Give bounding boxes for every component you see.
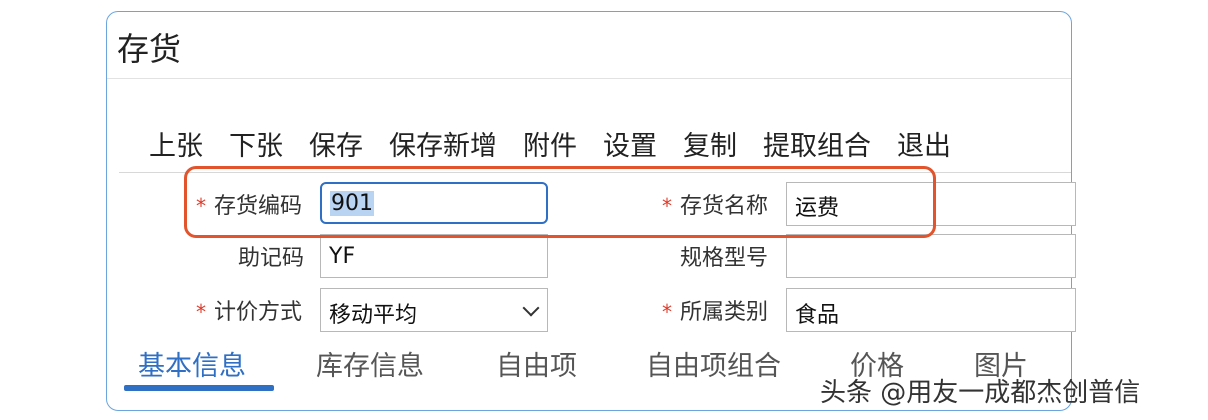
pricing-method-value: 移动平均 — [329, 303, 418, 328]
tab-inventory-info[interactable]: 库存信息 — [316, 344, 424, 383]
toolbar: 上张 下张 保存 保存新增 附件 设置 复制 提取组合 退出 — [149, 124, 977, 163]
spec-field[interactable] — [786, 234, 1076, 278]
active-tab-indicator — [124, 385, 274, 391]
spec-label: 规格型号 — [680, 246, 769, 271]
prev-record-button[interactable]: 上张 — [149, 124, 203, 163]
title-divider — [107, 78, 1071, 79]
extract-combination-button[interactable]: 提取组合 — [763, 124, 871, 163]
mnemonic-label: 助记码 — [238, 246, 305, 271]
pricing-method-label: * 计价方式 — [196, 300, 303, 325]
pricing-method-select[interactable]: 移动平均 — [320, 288, 548, 332]
window-title: 存货 — [117, 30, 182, 68]
next-record-button[interactable]: 下张 — [229, 124, 283, 163]
watermark: 头条 @用友一成都杰创普信 — [820, 378, 1141, 408]
tab-basic-info[interactable]: 基本信息 — [138, 344, 246, 383]
category-field[interactable]: 食品 — [786, 288, 1076, 332]
save-and-new-button[interactable]: 保存新增 — [389, 124, 497, 163]
exit-button[interactable]: 退出 — [897, 124, 951, 163]
copy-button[interactable]: 复制 — [683, 124, 737, 163]
tab-free-item-combination[interactable]: 自由项组合 — [646, 344, 781, 383]
save-button[interactable]: 保存 — [309, 124, 363, 163]
required-mark: * — [196, 300, 206, 324]
chevron-down-icon — [522, 299, 540, 317]
category-value: 食品 — [795, 303, 840, 328]
annotation-highlight-box — [184, 166, 936, 238]
settings-button[interactable]: 设置 — [603, 124, 657, 163]
category-label: * 所属类别 — [662, 300, 769, 325]
attachment-button[interactable]: 附件 — [523, 124, 577, 163]
mnemonic-value: YF — [329, 243, 356, 269]
required-mark: * — [662, 300, 672, 324]
mnemonic-field[interactable]: YF — [320, 234, 548, 278]
tab-free-items[interactable]: 自由项 — [496, 344, 577, 383]
